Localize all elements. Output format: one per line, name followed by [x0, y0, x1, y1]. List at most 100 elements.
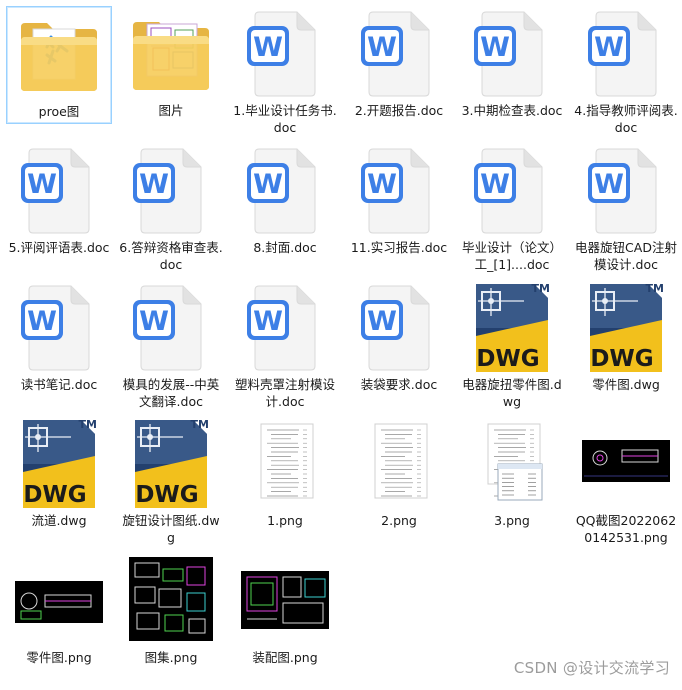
file-name-label: 零件图.dwg — [592, 377, 660, 392]
folder-icon — [123, 6, 219, 102]
file-name-label: 零件图.png — [26, 650, 92, 665]
file-name-label: 11.实习报告.doc — [350, 240, 448, 255]
file-name-label: 5.评阅评语表.doc — [8, 240, 110, 255]
file-item[interactable]: 零件图.png — [6, 553, 112, 666]
file-item[interactable]: 装配图.png — [232, 553, 338, 666]
word-doc-icon: W — [351, 280, 447, 376]
svg-text:TM: TM — [191, 418, 209, 431]
file-name-label: proe图 — [38, 104, 80, 119]
file-name-label: 2.png — [381, 513, 417, 528]
svg-text:W: W — [367, 306, 397, 337]
svg-text:W: W — [480, 32, 510, 63]
word-doc-icon: W — [237, 6, 333, 102]
file-item[interactable]: W 1.毕业设计任务书.doc — [232, 6, 338, 136]
file-item[interactable]: 1.png — [232, 416, 338, 529]
cad-thumbnail-icon — [11, 553, 107, 649]
word-doc-icon: W — [11, 143, 107, 239]
file-name-label: 塑料壳罩注射模设计.doc — [234, 377, 335, 409]
cad-thumbnail-icon — [237, 553, 333, 649]
file-name-label: 电器旋扭零件图.dwg — [462, 377, 562, 409]
dwg-file-icon: DWG TM — [578, 280, 674, 376]
folder-icon — [11, 7, 107, 103]
document-thumbnail-icon — [351, 416, 447, 512]
file-item[interactable]: DWG TM 流道.dwg — [6, 416, 112, 529]
svg-text:W: W — [139, 306, 169, 337]
file-item[interactable]: W 8.封面.doc — [232, 143, 338, 256]
svg-text:W: W — [253, 306, 283, 337]
file-item[interactable]: 图片 — [118, 6, 224, 119]
svg-text:DWG: DWG — [135, 482, 198, 508]
document-thumbnail-icon — [237, 416, 333, 512]
word-doc-icon: W — [578, 6, 674, 102]
svg-text:W: W — [27, 169, 57, 200]
file-item[interactable]: DWG TM 旋钮设计图纸.dwg — [118, 416, 224, 546]
file-item[interactable]: 2.png — [346, 416, 452, 529]
file-item[interactable]: W 6.答辩资格审查表.doc — [118, 143, 224, 273]
file-item[interactable]: proe图 — [6, 6, 112, 124]
dwg-file-icon: DWG TM — [11, 416, 107, 512]
word-doc-icon: W — [464, 143, 560, 239]
word-doc-icon: W — [237, 143, 333, 239]
file-item[interactable]: DWG TM 零件图.dwg — [573, 280, 679, 393]
word-doc-icon: W — [351, 6, 447, 102]
file-name-label: 装袋要求.doc — [360, 377, 438, 392]
svg-text:DWG: DWG — [590, 346, 653, 372]
word-doc-icon: W — [123, 280, 219, 376]
file-name-label: 1.png — [267, 513, 303, 528]
file-name-label: 读书笔记.doc — [20, 377, 98, 392]
file-name-label: QQ截图20220620142531.png — [575, 513, 677, 545]
svg-text:W: W — [367, 32, 397, 63]
svg-text:DWG: DWG — [23, 482, 86, 508]
file-name-label: 1.毕业设计任务书.doc — [233, 103, 337, 135]
svg-text:W: W — [594, 32, 624, 63]
word-doc-icon: W — [11, 280, 107, 376]
file-name-label: 流道.dwg — [31, 513, 87, 528]
file-name-label: 装配图.png — [252, 650, 318, 665]
file-item[interactable]: 图集.png — [118, 553, 224, 666]
cad-thumbnail-icon — [578, 416, 674, 512]
file-name-label: 3.中期检查表.doc — [461, 103, 563, 118]
file-item[interactable]: W 11.实习报告.doc — [346, 143, 452, 256]
svg-text:TM: TM — [79, 418, 97, 431]
svg-text:W: W — [253, 32, 283, 63]
file-item[interactable]: QQ截图20220620142531.png — [573, 416, 679, 546]
svg-text:W: W — [480, 169, 510, 200]
file-item[interactable]: W 3.中期检查表.doc — [459, 6, 565, 119]
file-name-label: 图片 — [158, 103, 184, 118]
word-doc-icon: W — [123, 143, 219, 239]
svg-text:W: W — [367, 169, 397, 200]
svg-text:W: W — [594, 169, 624, 200]
svg-text:TM: TM — [646, 282, 664, 295]
file-item[interactable]: W 装袋要求.doc — [346, 280, 452, 393]
file-item[interactable]: 3.png — [459, 416, 565, 529]
word-doc-icon: W — [464, 6, 560, 102]
watermark: CSDN @设计交流学习 — [513, 659, 670, 677]
file-name-label: 毕业设计（论文）工_[1]....doc — [461, 240, 562, 272]
svg-text:TM: TM — [532, 282, 550, 295]
svg-text:W: W — [139, 169, 169, 200]
file-name-label: 8.封面.doc — [253, 240, 317, 255]
file-item[interactable]: W 4.指导教师评阅表.doc — [573, 6, 679, 136]
file-name-label: 电器旋钮CAD注射模设计.doc — [575, 240, 677, 272]
file-item[interactable]: DWG TM 电器旋扭零件图.dwg — [459, 280, 565, 410]
file-name-label: 模具的发展--中英文翻译.doc — [122, 377, 220, 409]
file-item[interactable]: W 5.评阅评语表.doc — [6, 143, 112, 256]
document-thumbnail-icon — [464, 416, 560, 512]
file-item[interactable]: W 2.开题报告.doc — [346, 6, 452, 119]
svg-text:DWG: DWG — [476, 346, 539, 372]
file-item[interactable]: W 塑料壳罩注射模设计.doc — [232, 280, 338, 410]
svg-text:W: W — [27, 306, 57, 337]
file-name-label: 3.png — [494, 513, 530, 528]
svg-text:W: W — [253, 169, 283, 200]
file-name-label: 旋钮设计图纸.dwg — [122, 513, 220, 545]
file-name-label: 2.开题报告.doc — [354, 103, 444, 118]
dwg-file-icon: DWG TM — [123, 416, 219, 512]
file-item[interactable]: W 毕业设计（论文）工_[1]....doc — [459, 143, 565, 273]
file-item[interactable]: W 读书笔记.doc — [6, 280, 112, 393]
file-item[interactable]: W 模具的发展--中英文翻译.doc — [118, 280, 224, 410]
file-item[interactable]: W 电器旋钮CAD注射模设计.doc — [573, 143, 679, 273]
dwg-file-icon: DWG TM — [464, 280, 560, 376]
word-doc-icon: W — [237, 280, 333, 376]
cad-thumbnail-icon — [123, 553, 219, 649]
file-name-label: 4.指导教师评阅表.doc — [574, 103, 678, 135]
